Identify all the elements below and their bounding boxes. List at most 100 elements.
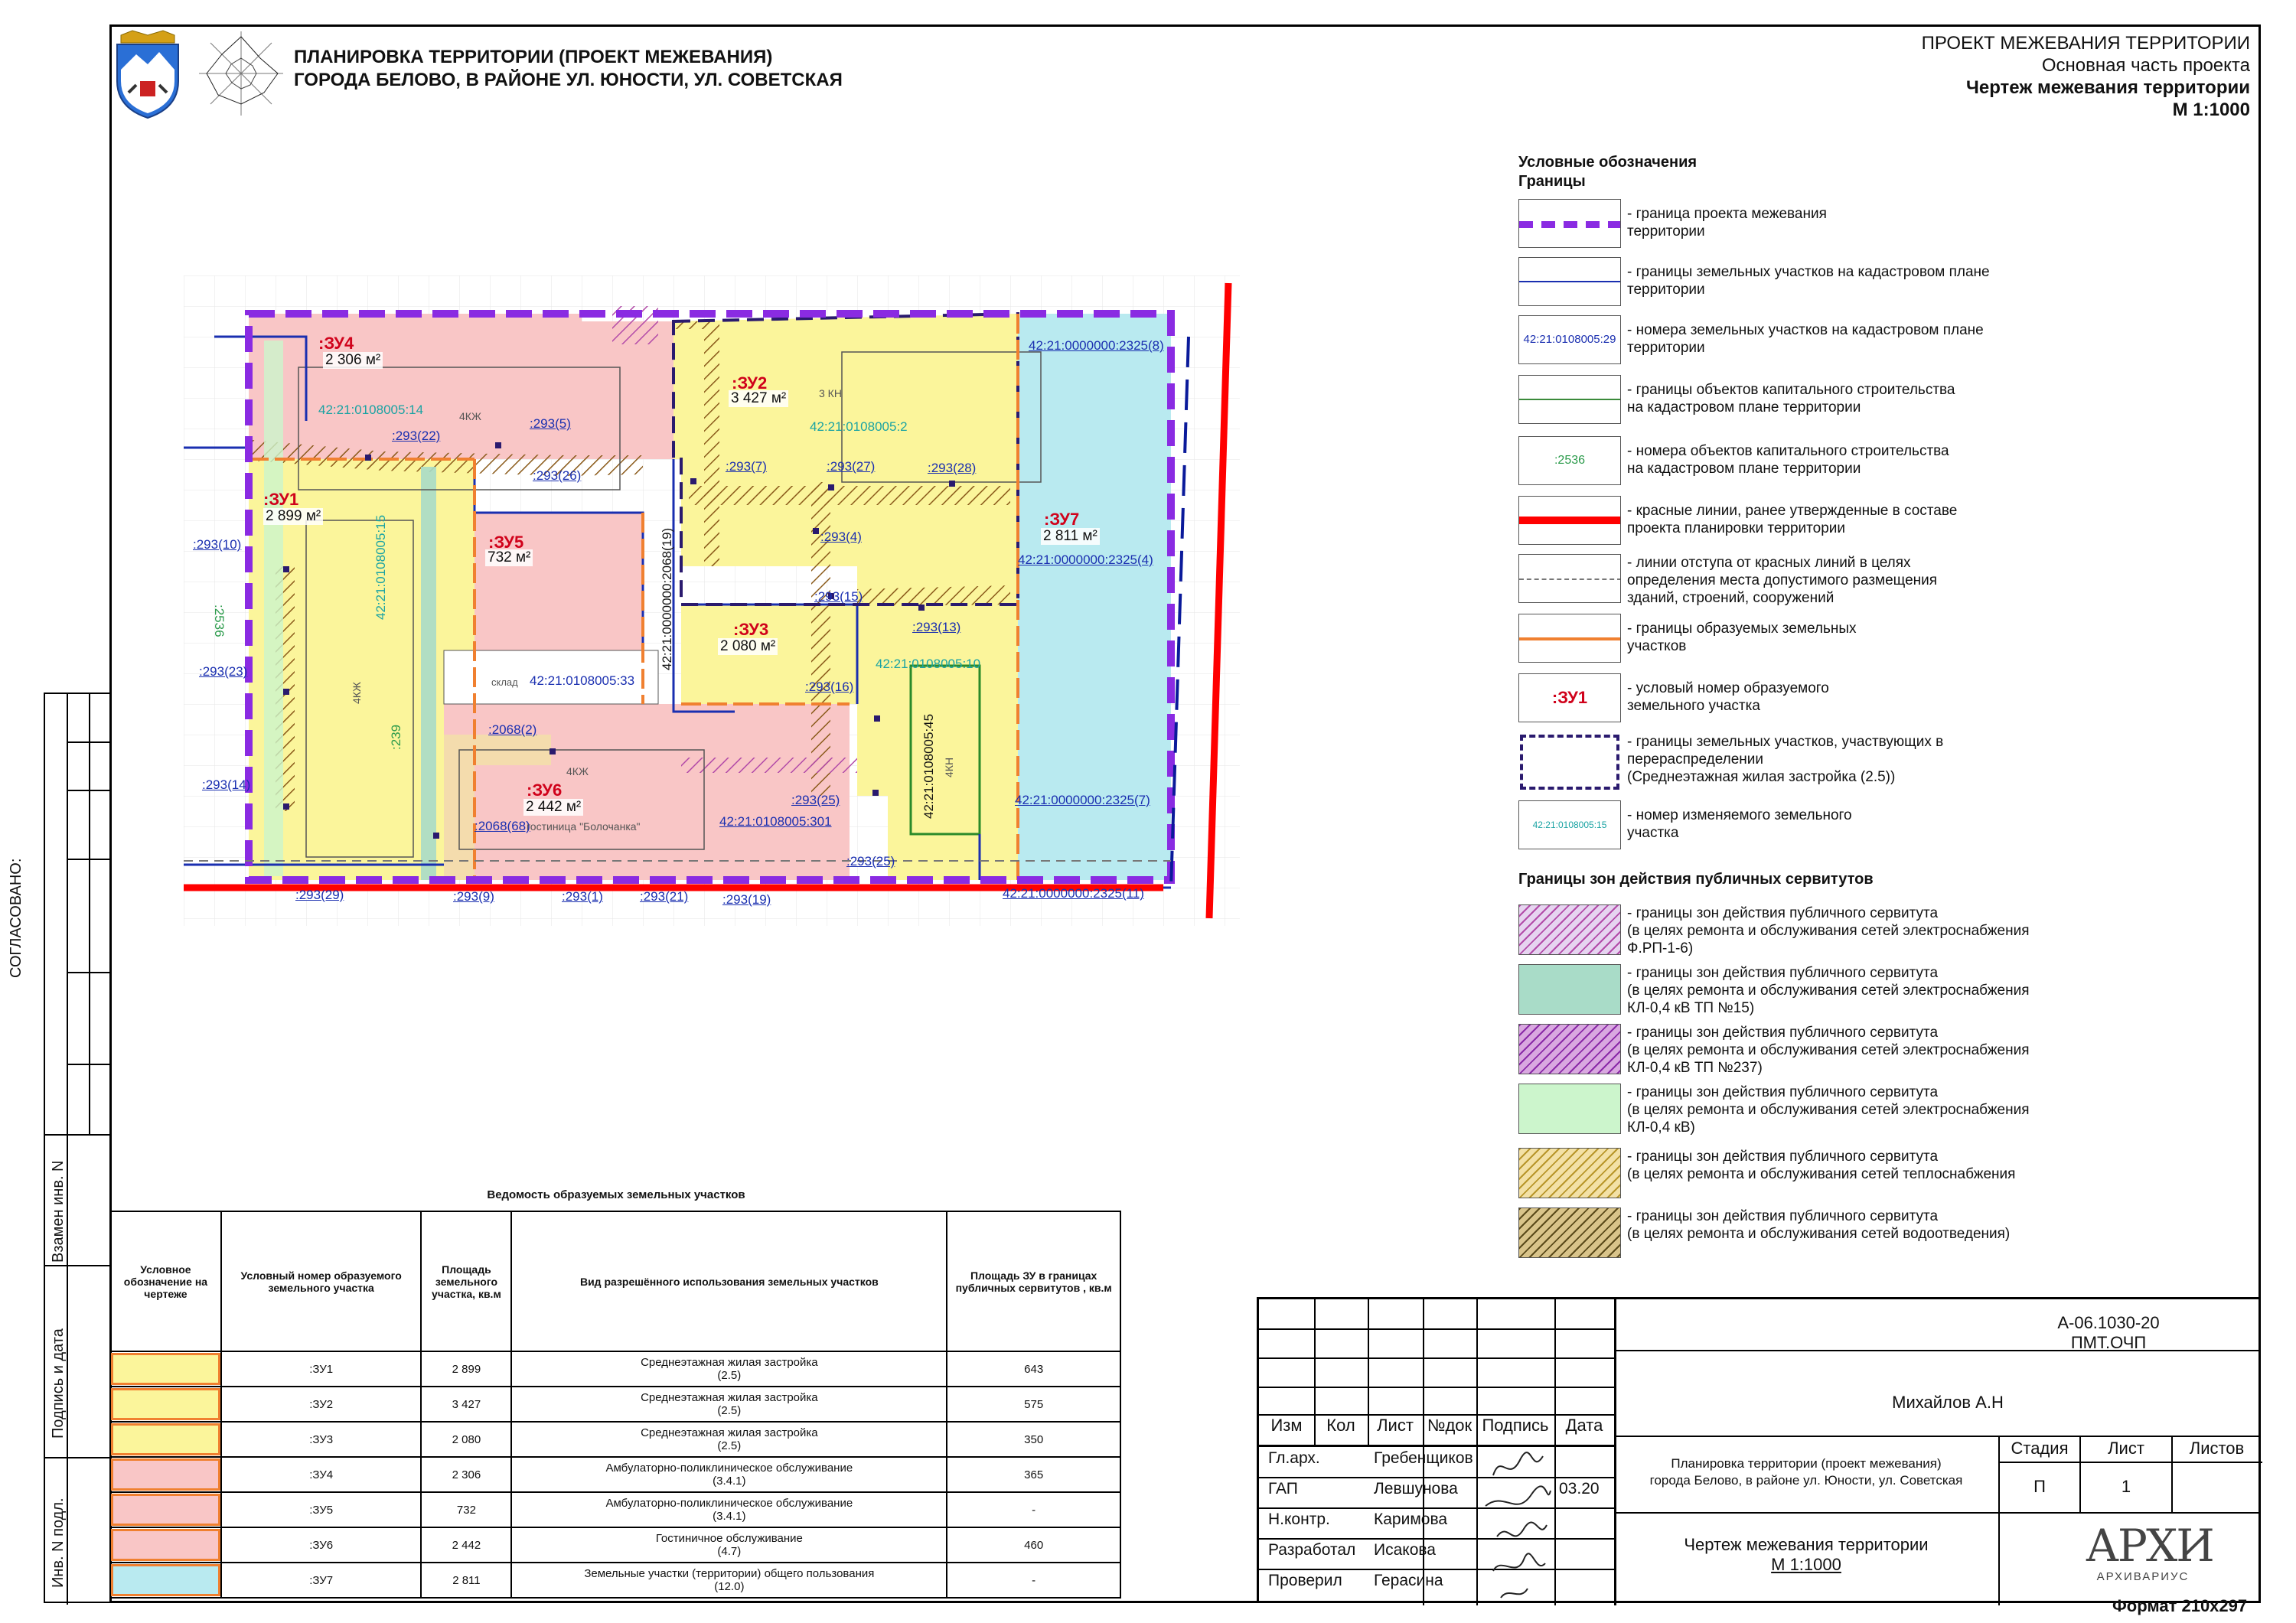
building-label: 4КН bbox=[943, 757, 955, 777]
servitude-legend-swatch bbox=[1518, 904, 1621, 955]
table-color-swatch bbox=[111, 1353, 220, 1385]
table-cell: Амбулаторно-поликлиническое обслуживание… bbox=[510, 1491, 948, 1528]
legend-text: зданий, строений, сооружений bbox=[1627, 590, 1835, 606]
zone-id: :ЗУ3 bbox=[733, 620, 769, 639]
zone-id: :ЗУ1 bbox=[263, 490, 299, 509]
table-cell: 575 bbox=[946, 1386, 1121, 1423]
legend-text: - линии отступа от красных линий в целях bbox=[1627, 555, 1911, 571]
legend-swatch-setback-line bbox=[1518, 554, 1621, 603]
legend-swatch-parcel-id: :ЗУ1 bbox=[1518, 673, 1621, 722]
cadastral-label: 42:21:0108005:301 bbox=[719, 814, 832, 829]
legend-swatch-parcel-number: 42:21:0108005:29 bbox=[1518, 315, 1621, 364]
legend-text: перераспределении bbox=[1627, 751, 1764, 768]
company-logo: АРХИ АРХИВАРИУС bbox=[2086, 1520, 2215, 1602]
servitude-legend-text: (в целях ремонта и обслуживания сетей во… bbox=[1627, 1226, 2011, 1242]
legend-text: - номера земельных участков на кадастров… bbox=[1627, 322, 1984, 338]
building-label: гостиница "Болочанка" bbox=[527, 820, 641, 833]
legend-text: - граница проекта межевания bbox=[1627, 206, 1827, 222]
legend-text: - границы образуемых земельных bbox=[1627, 621, 1857, 637]
legend-text: проекта планировки территории bbox=[1627, 520, 1845, 536]
table-color-swatch bbox=[111, 1564, 220, 1596]
servitude-legend-swatch bbox=[1518, 1148, 1621, 1198]
table-cell: 2 306 bbox=[420, 1456, 513, 1493]
drawing-name: Чертеж межевания территории М 1:1000 bbox=[1619, 1535, 1994, 1575]
zone-id: :ЗУ4 bbox=[318, 334, 354, 353]
zone-area: 2 080 м² bbox=[718, 638, 778, 655]
zone-area: 3 427 м² bbox=[729, 390, 789, 407]
table-row: :ЗУ4 2 306 Амбулаторно-поликлиническое обс… bbox=[109, 1456, 1121, 1493]
table-cell: Среднеэтажная жилая застройка (2.5) bbox=[510, 1351, 948, 1387]
agreed-label: СОГЛАСОВАНО: bbox=[8, 858, 24, 978]
zone-area: 2 899 м² bbox=[263, 508, 324, 525]
sheet-title-block: ПРОЕКТ МЕЖЕВАНИЯ ТЕРРИТОРИИ Основная час… bbox=[1922, 32, 2250, 121]
use-type: Гостиничное обслуживание bbox=[655, 1532, 803, 1545]
servitude-label: :293(13) bbox=[912, 620, 961, 634]
document-code: А-06.1030-20 ПМТ.ОЧП bbox=[2057, 1313, 2160, 1352]
legend-swatch-changed-parcel: 42:21:0108005:15 bbox=[1518, 800, 1621, 849]
legend-text: участков bbox=[1627, 638, 1687, 654]
cadastral-label: 42:21:0108005:14 bbox=[318, 402, 424, 417]
table-cell: 643 bbox=[946, 1351, 1121, 1387]
servitude-legend-text: - границы зон действия публичного сервит… bbox=[1627, 1208, 1939, 1224]
table-cell: Среднеэтажная жилая застройка (2.5) bbox=[510, 1386, 948, 1423]
building-label: склад bbox=[491, 676, 518, 688]
servitude-label: :293(19) bbox=[722, 892, 771, 907]
servitude-label: :293(7) bbox=[726, 459, 767, 474]
servitude-label: :293(9) bbox=[453, 889, 494, 904]
stamp-person: Каримова bbox=[1374, 1511, 1448, 1528]
table-color-swatch bbox=[111, 1388, 220, 1420]
use-code: (3.4.1) bbox=[713, 1475, 746, 1488]
sheets-header: Листов bbox=[2189, 1439, 2245, 1458]
drawing-scale: М 1:1000 bbox=[1771, 1555, 1841, 1574]
stamp-person: Гребенщиков bbox=[1374, 1449, 1473, 1467]
servitude-label: :293(27) bbox=[827, 459, 876, 474]
legend-swatch-new-parcel-boundary bbox=[1518, 614, 1621, 663]
servitude-label: :293(10) bbox=[193, 537, 242, 552]
building-number: :2536 bbox=[212, 605, 227, 637]
servitude-legend-text: - границы зон действия публичного сервит… bbox=[1627, 1025, 1939, 1041]
table-cell: 2 899 bbox=[420, 1351, 513, 1387]
servitude-label: :293(25) bbox=[846, 854, 895, 869]
cadastral-label: 42:21:0108005:10 bbox=[876, 657, 981, 671]
use-type: Среднеэтажная жилая застройка bbox=[641, 1391, 818, 1404]
legend-text: - красные линии, ранее утвержденные в со… bbox=[1627, 503, 1958, 519]
legend-title: Условные обозначения bbox=[1518, 154, 1698, 171]
legend-swatch-building-boundary bbox=[1518, 375, 1621, 424]
legend-text: территории bbox=[1627, 340, 1705, 356]
legend-text: определения места допустимого размещения bbox=[1627, 572, 1938, 588]
table-cell: 365 bbox=[946, 1456, 1121, 1493]
table-cell: 2 442 bbox=[420, 1527, 513, 1563]
sheet-value: 1 bbox=[2121, 1477, 2131, 1496]
legend-text: - границы земельных участков на кадастро… bbox=[1627, 264, 1990, 280]
paper-format: Формат 210x297 bbox=[2112, 1596, 2248, 1615]
table-cell: :ЗУ5 bbox=[220, 1491, 422, 1528]
stamp-role: Проверил bbox=[1268, 1572, 1342, 1589]
header-title-line1: ПЛАНИРОВКА ТЕРРИТОРИИ (ПРОЕКТ МЕЖЕВАНИЯ) bbox=[294, 47, 773, 67]
building-label: 4КЖ bbox=[566, 765, 589, 777]
table-cell: :ЗУ2 bbox=[220, 1386, 422, 1423]
legend-swatch-red-line bbox=[1518, 496, 1621, 545]
servitude-legend-text: КЛ-0,4 кВ ТП №15) bbox=[1627, 1000, 1755, 1016]
table-cell: Гостиничное обслуживание (4.7) bbox=[510, 1527, 948, 1563]
title-block: Изм Кол Лист №док Подпись Дата Гл.арх. Гребенщи… bbox=[1257, 1297, 2262, 1605]
cadastral-label: 42:21:0000000:2068(19) bbox=[660, 527, 674, 670]
legend-text: - границы объектов капитального строител… bbox=[1627, 382, 1955, 398]
servitude-legend-text: (в целях ремонта и обслуживания сетей эл… bbox=[1627, 1042, 2030, 1058]
project-name-line1: Планировка территории (проект межевания) bbox=[1671, 1456, 1942, 1471]
legend-text: территории bbox=[1627, 223, 1705, 240]
zone-area: 732 м² bbox=[485, 549, 533, 566]
sheet-title-line1: ПРОЕКТ МЕЖЕВАНИЯ ТЕРРИТОРИИ bbox=[1921, 33, 2250, 54]
use-type: Амбулаторно-поликлиническое обслуживание bbox=[605, 1462, 853, 1475]
zone-id: :ЗУ6 bbox=[527, 781, 563, 800]
servitude-label: :293(4) bbox=[820, 530, 862, 544]
legend-swatch-redistribution-boundary bbox=[1518, 733, 1621, 791]
servitude-legend-text: (в целях ремонта и обслуживания сетей эл… bbox=[1627, 1102, 2030, 1118]
servitude-legend-text: (в целях ремонта и обслуживания сетей те… bbox=[1627, 1166, 2016, 1182]
cadastral-label: 42:21:0108005:45 bbox=[921, 713, 936, 819]
logo-text: АРХИ bbox=[2086, 1520, 2215, 1572]
legend-text: - номера объектов капитального строитель… bbox=[1627, 443, 1949, 459]
use-code: (4.7) bbox=[717, 1545, 742, 1558]
table-cell: 2 811 bbox=[420, 1562, 513, 1599]
servitude-legend-text: КЛ-0,4 кВ) bbox=[1627, 1119, 1695, 1136]
use-code: (12.0) bbox=[714, 1580, 745, 1593]
